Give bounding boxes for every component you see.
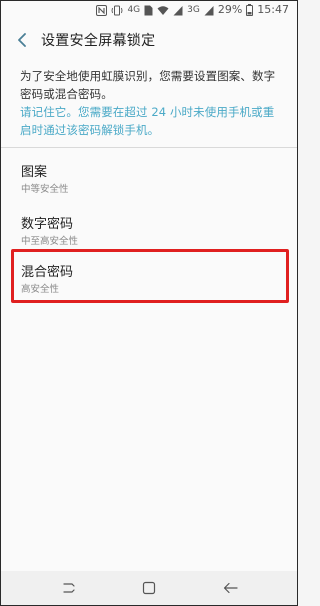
option-title: 图案 bbox=[21, 165, 48, 180]
page-title: 设置安全屏幕锁定 bbox=[41, 33, 156, 49]
home-button[interactable] bbox=[139, 578, 159, 598]
battery-percent: 29% bbox=[217, 3, 243, 16]
clock-time: 15:47 bbox=[257, 3, 289, 16]
nav-back-button[interactable] bbox=[221, 578, 241, 598]
option-pin[interactable]: 数字密码 中至高安全性 bbox=[1, 203, 297, 253]
option-title: 数字密码 bbox=[21, 217, 74, 232]
back-button[interactable] bbox=[13, 31, 31, 49]
option-pattern[interactable]: 图案 中等安全性 bbox=[1, 151, 297, 201]
option-subtitle: 中至高安全性 bbox=[21, 236, 79, 247]
chevron-left-icon bbox=[18, 33, 26, 47]
option-password[interactable]: 混合密码 高安全性 bbox=[1, 251, 297, 301]
description-text: 为了安全地使用虹膜识别，您需要设置图案、数字密码或混合密码。 bbox=[20, 69, 276, 101]
navigation-bar bbox=[1, 571, 297, 605]
3g-icon: 3G bbox=[187, 5, 200, 15]
option-title: 混合密码 bbox=[21, 265, 74, 280]
option-subtitle: 高安全性 bbox=[21, 284, 60, 295]
vibrate-icon bbox=[111, 4, 123, 16]
battery-icon bbox=[246, 4, 254, 16]
signal-2-icon bbox=[204, 4, 214, 16]
home-icon bbox=[142, 581, 156, 595]
recent-apps-icon bbox=[63, 583, 75, 593]
app-header: 设置安全屏幕锁定 bbox=[1, 23, 297, 57]
wifi-icon bbox=[157, 4, 169, 16]
status-icons: 4G 3G 29% 15:47 bbox=[96, 4, 289, 16]
reminder-text: 请记住它。您需要在超过 24 小时未使用手机或重启时通过该密码解锁手机。 bbox=[20, 105, 275, 137]
sim-1-icon bbox=[144, 4, 153, 16]
option-subtitle: 中等安全性 bbox=[21, 184, 69, 195]
recent-apps-button[interactable] bbox=[59, 578, 79, 598]
4g-icon: 4G bbox=[127, 5, 141, 15]
back-icon bbox=[223, 582, 238, 594]
signal-1-icon bbox=[173, 4, 183, 16]
divider bbox=[1, 147, 297, 148]
phone-screen: 4G 3G 29% 15:47 设置安全屏幕锁定 为了安全地使用虹膜识别，您需要… bbox=[0, 0, 298, 606]
nfc-icon bbox=[96, 4, 108, 16]
status-bar: 4G 3G 29% 15:47 bbox=[1, 1, 297, 23]
